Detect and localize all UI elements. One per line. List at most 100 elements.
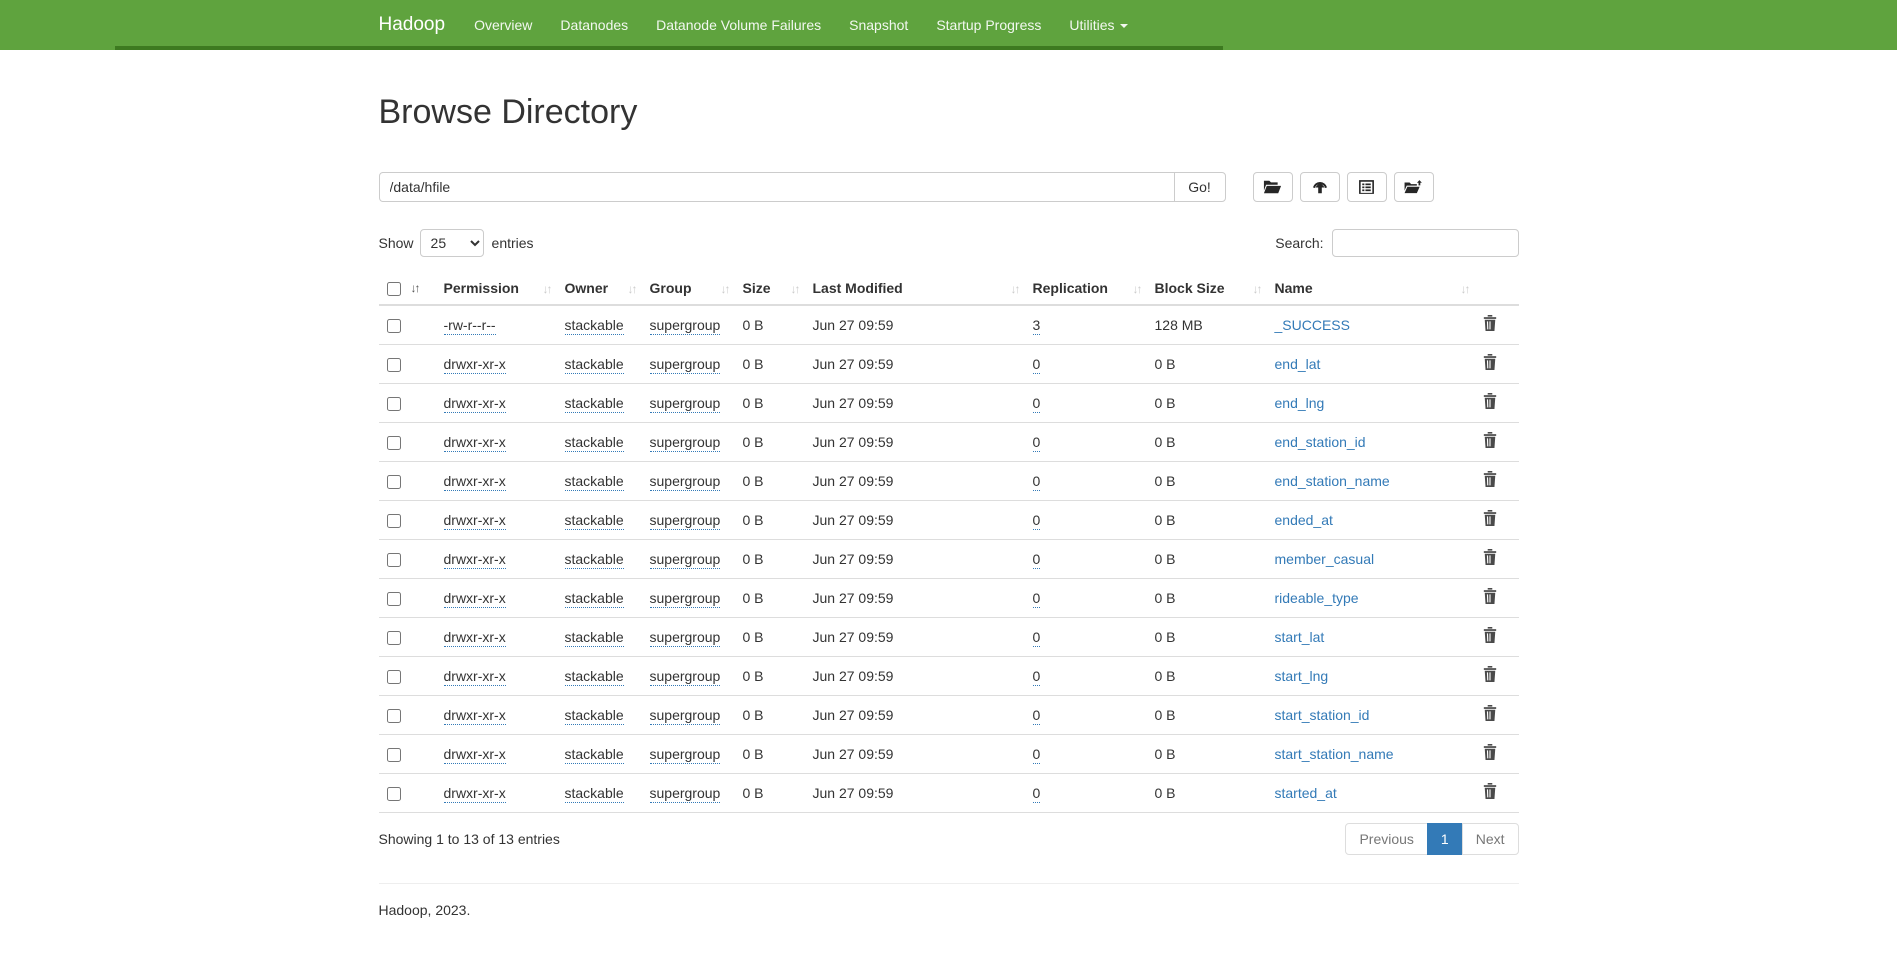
trash-icon[interactable] xyxy=(1483,315,1497,334)
permission-cell[interactable]: drwxr-xr-x xyxy=(444,746,506,764)
replication-cell[interactable]: 0 xyxy=(1033,551,1041,569)
replication-cell[interactable]: 0 xyxy=(1033,746,1041,764)
file-link[interactable]: start_lat xyxy=(1275,629,1325,645)
file-link[interactable]: end_station_id xyxy=(1275,434,1366,450)
move-button[interactable] xyxy=(1394,172,1434,202)
row-checkbox[interactable] xyxy=(387,514,401,528)
permission-cell[interactable]: drwxr-xr-x xyxy=(444,629,506,647)
replication-cell[interactable]: 0 xyxy=(1033,785,1041,803)
next-page-button[interactable]: Next xyxy=(1462,823,1519,855)
row-checkbox[interactable] xyxy=(387,553,401,567)
go-button[interactable]: Go! xyxy=(1174,172,1226,202)
row-checkbox[interactable] xyxy=(387,397,401,411)
page-length-select[interactable]: 25 xyxy=(420,229,484,257)
replication-cell[interactable]: 0 xyxy=(1033,629,1041,647)
column-header-size[interactable]: Size↓↑ xyxy=(735,274,805,305)
replication-cell[interactable]: 0 xyxy=(1033,473,1041,491)
permission-cell[interactable]: drwxr-xr-x xyxy=(444,473,506,491)
owner-cell[interactable]: stackable xyxy=(565,707,624,725)
trash-icon[interactable] xyxy=(1483,744,1497,763)
owner-cell[interactable]: stackable xyxy=(565,356,624,374)
file-link[interactable]: ended_at xyxy=(1275,512,1333,528)
owner-cell[interactable]: stackable xyxy=(565,551,624,569)
page-1-button[interactable]: 1 xyxy=(1427,823,1463,855)
group-cell[interactable]: supergroup xyxy=(650,551,721,569)
owner-cell[interactable]: stackable xyxy=(565,590,624,608)
trash-icon[interactable] xyxy=(1483,627,1497,646)
column-header-group[interactable]: Group↓↑ xyxy=(642,274,735,305)
permission-cell[interactable]: drwxr-xr-x xyxy=(444,707,506,725)
replication-cell[interactable]: 0 xyxy=(1033,707,1041,725)
group-cell[interactable]: supergroup xyxy=(650,317,721,335)
nav-item-snapshot[interactable]: Snapshot xyxy=(835,2,922,48)
file-link[interactable]: rideable_type xyxy=(1275,590,1359,606)
trash-icon[interactable] xyxy=(1483,354,1497,373)
select-all-checkbox[interactable] xyxy=(387,282,401,296)
upload-files-button[interactable] xyxy=(1300,172,1340,202)
row-checkbox[interactable] xyxy=(387,748,401,762)
nav-item-startup-progress[interactable]: Startup Progress xyxy=(922,2,1055,48)
permission-cell[interactable]: drwxr-xr-x xyxy=(444,395,506,413)
row-checkbox[interactable] xyxy=(387,592,401,606)
trash-icon[interactable] xyxy=(1483,510,1497,529)
group-cell[interactable]: supergroup xyxy=(650,746,721,764)
permission-cell[interactable]: drwxr-xr-x xyxy=(444,434,506,452)
permission-cell[interactable]: drwxr-xr-x xyxy=(444,590,506,608)
group-cell[interactable]: supergroup xyxy=(650,785,721,803)
column-header-permission[interactable]: Permission↓↑ xyxy=(436,274,557,305)
nav-item-datanodes[interactable]: Datanodes xyxy=(546,2,642,48)
file-link[interactable]: start_lng xyxy=(1275,668,1329,684)
file-link[interactable]: _SUCCESS xyxy=(1275,317,1350,333)
file-link[interactable]: member_casual xyxy=(1275,551,1375,567)
group-cell[interactable]: supergroup xyxy=(650,590,721,608)
trash-icon[interactable] xyxy=(1483,783,1497,802)
group-cell[interactable]: supergroup xyxy=(650,512,721,530)
owner-cell[interactable]: stackable xyxy=(565,473,624,491)
permission-cell[interactable]: drwxr-xr-x xyxy=(444,512,506,530)
row-checkbox[interactable] xyxy=(387,475,401,489)
row-checkbox[interactable] xyxy=(387,436,401,450)
trash-icon[interactable] xyxy=(1483,393,1497,412)
trash-icon[interactable] xyxy=(1483,432,1497,451)
file-link[interactable]: end_lat xyxy=(1275,356,1321,372)
file-link[interactable]: started_at xyxy=(1275,785,1337,801)
column-header-name[interactable]: Name↓↑ xyxy=(1267,274,1475,305)
group-cell[interactable]: supergroup xyxy=(650,356,721,374)
group-cell[interactable]: supergroup xyxy=(650,473,721,491)
file-link[interactable]: start_station_id xyxy=(1275,707,1370,723)
row-checkbox[interactable] xyxy=(387,787,401,801)
nav-item-datanode-volume-failures[interactable]: Datanode Volume Failures xyxy=(642,2,835,48)
owner-cell[interactable]: stackable xyxy=(565,434,624,452)
owner-cell[interactable]: stackable xyxy=(565,317,624,335)
replication-cell[interactable]: 3 xyxy=(1033,317,1041,335)
group-cell[interactable]: supergroup xyxy=(650,707,721,725)
replication-cell[interactable]: 0 xyxy=(1033,590,1041,608)
permission-cell[interactable]: drwxr-xr-x xyxy=(444,551,506,569)
trash-icon[interactable] xyxy=(1483,549,1497,568)
replication-cell[interactable]: 0 xyxy=(1033,395,1041,413)
permission-cell[interactable]: -rw-r--r-- xyxy=(444,317,496,335)
permission-cell[interactable]: drwxr-xr-x xyxy=(444,785,506,803)
group-cell[interactable]: supergroup xyxy=(650,629,721,647)
row-checkbox[interactable] xyxy=(387,709,401,723)
file-link[interactable]: end_station_name xyxy=(1275,473,1390,489)
owner-cell[interactable]: stackable xyxy=(565,746,624,764)
owner-cell[interactable]: stackable xyxy=(565,785,624,803)
trash-icon[interactable] xyxy=(1483,471,1497,490)
file-link[interactable]: start_station_name xyxy=(1275,746,1394,762)
column-header-owner[interactable]: Owner↓↑ xyxy=(557,274,642,305)
replication-cell[interactable]: 0 xyxy=(1033,668,1041,686)
row-checkbox[interactable] xyxy=(387,358,401,372)
previous-page-button[interactable]: Previous xyxy=(1345,823,1427,855)
group-cell[interactable]: supergroup xyxy=(650,395,721,413)
cut-paste-button[interactable] xyxy=(1347,172,1387,202)
row-checkbox[interactable] xyxy=(387,670,401,684)
replication-cell[interactable]: 0 xyxy=(1033,512,1041,530)
group-cell[interactable]: supergroup xyxy=(650,668,721,686)
nav-item-utilities-dropdown[interactable]: Utilities xyxy=(1055,2,1141,48)
column-header-replication[interactable]: Replication↓↑ xyxy=(1025,274,1147,305)
row-checkbox[interactable] xyxy=(387,319,401,333)
column-header-modified[interactable]: Last Modified↓↑ xyxy=(805,274,1025,305)
owner-cell[interactable]: stackable xyxy=(565,668,624,686)
replication-cell[interactable]: 0 xyxy=(1033,434,1041,452)
